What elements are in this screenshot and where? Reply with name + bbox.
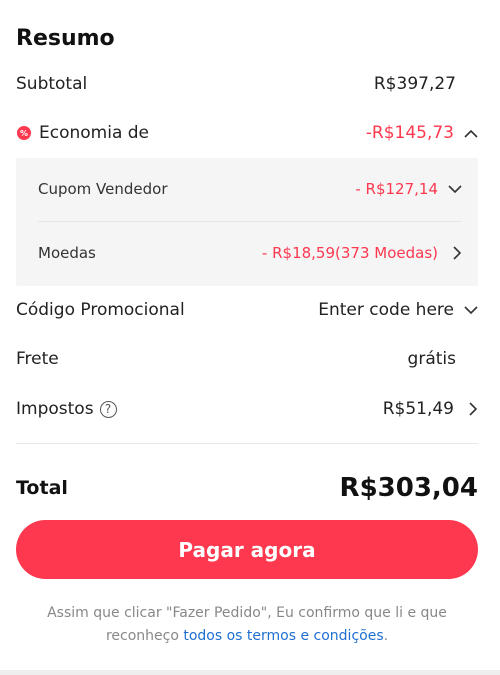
subtotal-row: Subtotal R$397,27 [16,68,478,100]
total-label: Total [16,477,68,499]
coupon-label: Cupom Vendedor [38,180,168,198]
help-icon[interactable]: ? [99,400,117,418]
promo-code-input[interactable]: Enter code here [318,300,454,320]
subtotal-label: Subtotal [16,74,88,94]
savings-breakdown-panel: Cupom Vendedor - R$127,14 Moedas - R$18,… [16,158,478,286]
taxes-row[interactable]: Impostos ? R$51,49 [16,393,478,425]
savings-row[interactable]: % Economia de -R$145,73 [16,117,478,149]
pay-now-button[interactable]: Pagar agora [16,520,478,579]
total-value: R$303,04 [339,473,478,503]
summary-title: Resumo [16,26,115,51]
taxes-value: R$51,49 [382,399,454,419]
promo-code-label: Código Promocional [16,300,185,320]
savings-label: Economia de [39,123,150,143]
shipping-row: Frete grátis [16,343,478,375]
shipping-label: Frete [16,349,59,369]
promo-code-row[interactable]: Código Promocional Enter code here [16,294,478,326]
coupon-row[interactable]: Cupom Vendedor - R$127,14 [38,174,462,204]
taxes-label: Impostos [16,399,94,419]
coupon-value: - R$127,14 [355,180,438,198]
percent-badge-icon: % [17,126,31,140]
chevron-down-icon[interactable] [444,184,462,194]
disclaimer-end: . [383,628,389,644]
subtotal-value: R$397,27 [373,74,456,94]
savings-value: -R$145,73 [365,123,454,143]
chevron-right-icon[interactable] [460,402,478,416]
coins-value: - R$18,59(373 Moedas) [261,244,438,262]
terms-disclaimer: Assim que clicar "Fazer Pedido", Eu conf… [16,602,478,648]
coins-row[interactable]: Moedas - R$18,59(373 Moedas) [38,238,462,268]
total-row: Total R$303,04 [16,470,478,506]
chevron-up-icon[interactable] [460,129,478,138]
subpanel-divider [38,221,462,222]
total-divider [16,443,478,444]
chevron-right-icon[interactable] [444,246,462,260]
coins-label: Moedas [38,244,96,262]
shipping-value: grátis [407,349,456,369]
terms-link[interactable]: todos os termos e condições [183,628,383,644]
bottom-separator [0,670,500,675]
chevron-down-icon[interactable] [460,305,478,315]
